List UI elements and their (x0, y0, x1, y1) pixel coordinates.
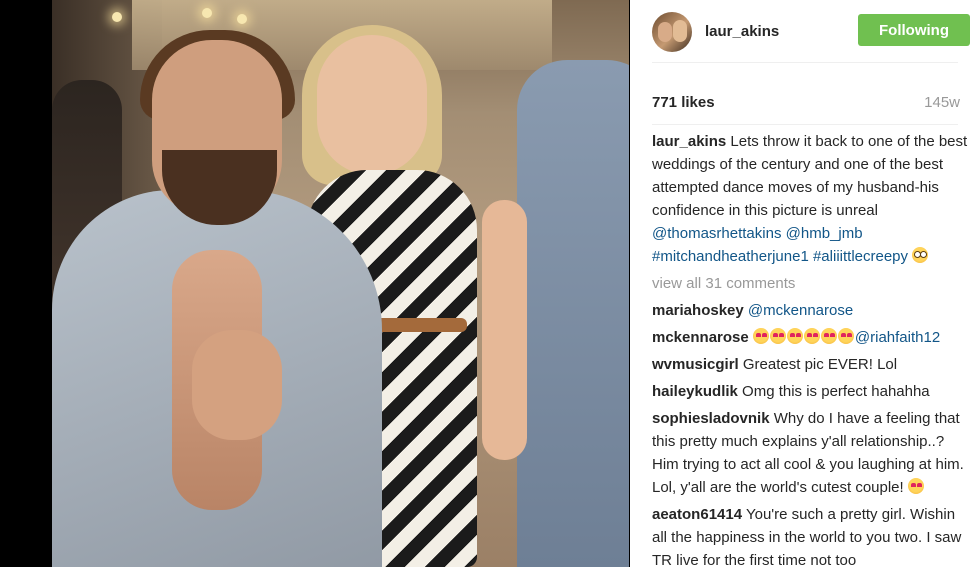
likes-divider (652, 124, 958, 125)
comment-item: wvmusicgirl Greatest pic EVER! Lol (652, 353, 968, 376)
heart-eyes-icon (820, 328, 837, 344)
comment-username[interactable]: aeaton61414 (652, 506, 742, 523)
hashtag-link[interactable]: #mitchandheatherjune1 (652, 248, 809, 265)
comment-text: Greatest pic EVER! Lol (742, 356, 898, 373)
post-header: laur_akins Following (630, 0, 980, 62)
heart-eyes-icon (803, 328, 820, 344)
view-all-comments-link[interactable]: view all 31 comments (652, 272, 968, 295)
photo-woman-arm (482, 200, 527, 460)
comment-item: mckennarose @riahfaith12 (652, 326, 968, 349)
mention-link[interactable]: @thomasrhettakins (652, 225, 781, 242)
user-avatar[interactable] (652, 12, 692, 52)
photo-woman-face (317, 35, 427, 175)
comment-item: mariahoskey @mckennarose (652, 299, 968, 322)
photo-man-hand (192, 330, 282, 440)
string-light (237, 14, 247, 24)
string-light (112, 12, 122, 22)
comment-username[interactable]: mckennarose (652, 329, 749, 346)
likes-count[interactable]: 771 likes (652, 91, 715, 114)
post-timestamp[interactable]: 145w (924, 91, 960, 114)
comment-text: Omg this is perfect hahahha (742, 383, 930, 400)
post-side-panel: laur_akins Following 771 likes 145w laur… (630, 0, 980, 567)
comment-username[interactable]: mariahoskey (652, 302, 744, 319)
comment-item: aeaton61414 You're such a pretty girl. W… (652, 503, 968, 567)
mention-link[interactable]: @riahfaith12 (855, 329, 940, 346)
header-divider (652, 62, 958, 63)
mention-link[interactable]: @hmb_jmb (786, 225, 863, 242)
instagram-post-modal: laur_akins Following 771 likes 145w laur… (0, 0, 980, 567)
hashtag-link[interactable]: #aliiittlecreepy (813, 248, 908, 265)
heart-eyes-icon (769, 328, 786, 344)
heart-eyes-icon (837, 328, 854, 344)
comments-list: laur_akins Lets throw it back to one of … (652, 130, 968, 567)
comment-item: haileykudlik Omg this is perfect hahahha (652, 380, 968, 403)
heart-eyes-icon (752, 328, 769, 344)
comment-username[interactable]: haileykudlik (652, 383, 738, 400)
photo-background-person-right (517, 60, 629, 567)
post-photo[interactable] (52, 0, 629, 567)
comment-item: sophiesladovnik Why do I have a feeling … (652, 407, 968, 499)
post-author-username[interactable]: laur_akins (705, 20, 779, 43)
flushed-face-icon (912, 247, 929, 263)
caption-username[interactable]: laur_akins (652, 133, 726, 150)
mention-link[interactable]: @mckennarose (748, 302, 853, 319)
comment-username[interactable]: sophiesladovnik (652, 410, 770, 427)
string-light (202, 8, 212, 18)
following-button[interactable]: Following (858, 14, 970, 46)
heart-eyes-icon (907, 478, 924, 494)
caption: laur_akins Lets throw it back to one of … (652, 130, 968, 268)
comment-username[interactable]: wvmusicgirl (652, 356, 739, 373)
heart-eyes-icon (786, 328, 803, 344)
likes-row: 771 likes 145w (652, 91, 960, 114)
